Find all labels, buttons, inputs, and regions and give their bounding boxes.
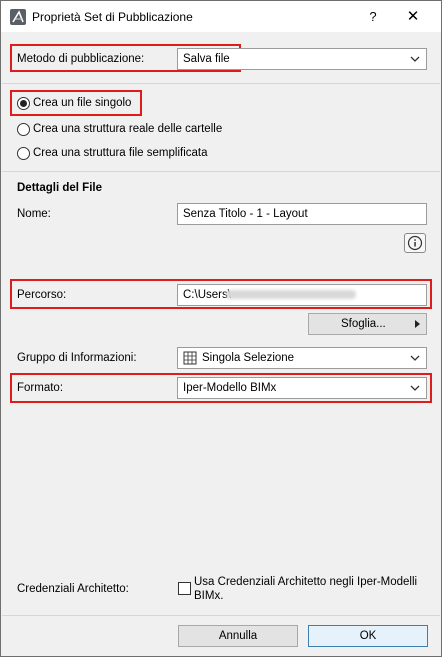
credentials-checkbox-label-line1: Usa Credenziali Architetto negli Iper-Mo… xyxy=(194,576,418,588)
credentials-checkbox-label-line2: BIMx. xyxy=(194,590,224,602)
method-label: Metodo di pubblicazione: xyxy=(17,53,145,65)
method-dropdown[interactable]: Salva file xyxy=(177,48,427,70)
help-button[interactable]: ? xyxy=(362,6,384,28)
section-divider xyxy=(2,171,440,172)
chevron-down-icon xyxy=(410,355,420,361)
title-bar: Proprietà Set di Pubblicazione ? ✕ xyxy=(1,1,441,32)
ok-button[interactable]: OK xyxy=(308,625,428,647)
triangle-right-icon xyxy=(415,320,420,328)
name-value: Senza Titolo - 1 - Layout xyxy=(183,208,308,220)
footer-divider xyxy=(2,615,440,616)
method-value: Salva file xyxy=(183,53,230,65)
name-field[interactable]: Senza Titolo - 1 - Layout xyxy=(177,203,427,225)
redacted-path-segment xyxy=(226,290,356,299)
close-button[interactable]: ✕ xyxy=(402,6,424,28)
credentials-checkbox[interactable] xyxy=(178,582,191,595)
browse-button-label: Sfoglia... xyxy=(341,318,386,330)
radio-single-file[interactable] xyxy=(17,97,30,110)
path-label: Percorso: xyxy=(17,289,67,301)
radio-simplified-structure-label: Crea una struttura file semplificata xyxy=(33,147,208,159)
credentials-label: Credenziali Architetto: xyxy=(17,583,129,595)
name-label: Nome: xyxy=(17,208,51,220)
format-dropdown[interactable]: Iper-Modello BIMx xyxy=(177,377,427,399)
info-group-label: Gruppo di Informazioni: xyxy=(17,352,137,364)
table-icon xyxy=(183,351,197,365)
format-label: Formato: xyxy=(17,382,64,394)
radio-single-file-label: Crea un file singolo xyxy=(33,97,132,109)
radio-real-folders[interactable] xyxy=(17,123,30,136)
file-details-heading: Dettagli del File xyxy=(17,182,102,194)
info-group-dropdown[interactable]: Singola Selezione xyxy=(177,347,427,369)
window-title: Proprietà Set di Pubblicazione xyxy=(32,10,193,24)
radio-simplified-structure[interactable] xyxy=(17,147,30,160)
section-divider xyxy=(2,83,440,84)
cancel-button[interactable]: Annulla xyxy=(178,625,298,647)
dialog-window: Proprietà Set di Pubblicazione ? ✕ Metod… xyxy=(0,0,442,657)
path-value: C:\Users\ xyxy=(183,289,231,301)
chevron-down-icon xyxy=(410,56,420,62)
radio-real-folders-label: Crea una struttura reale delle cartelle xyxy=(33,123,223,135)
browse-button[interactable]: Sfoglia... xyxy=(308,313,427,335)
info-button[interactable] xyxy=(404,233,426,253)
chevron-down-icon xyxy=(410,385,420,391)
format-value: Iper-Modello BIMx xyxy=(183,382,277,394)
archicad-app-icon xyxy=(10,9,26,25)
info-icon xyxy=(407,235,423,251)
info-group-value: Singola Selezione xyxy=(202,352,295,364)
